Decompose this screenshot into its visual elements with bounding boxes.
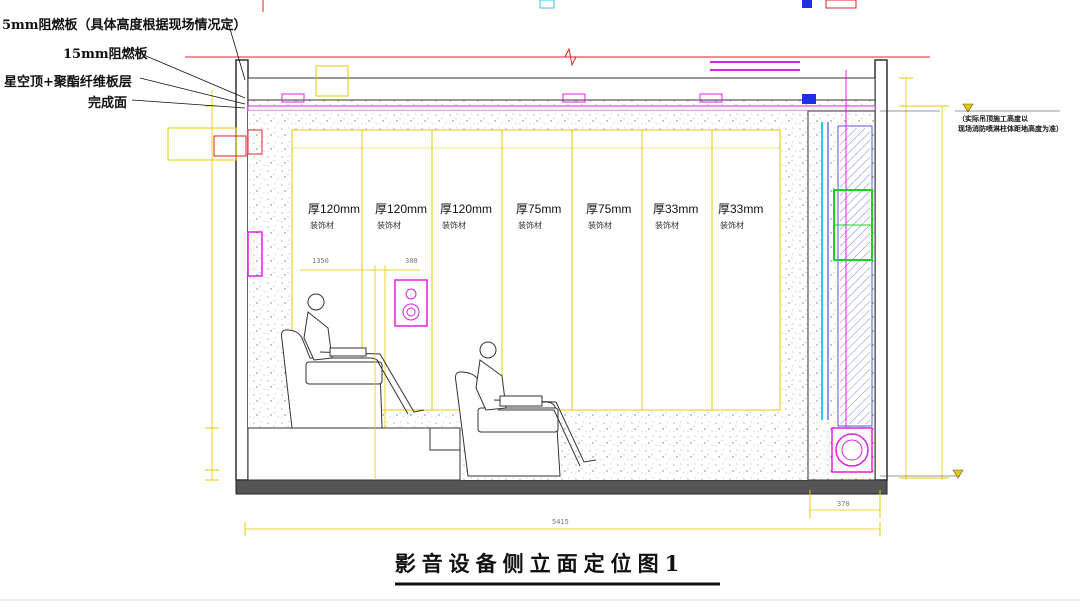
panel-3-thickness: 厚120mm [440,202,493,216]
wall-speaker [394,279,428,327]
drawing-title: 影音设备侧立面定位图1 [394,551,686,576]
right-wall [874,59,888,481]
label-starry-ceiling: 星空顶+聚酯纤维板层 [4,75,132,90]
panel-5-material: 装饰材 [588,221,612,230]
label-finish-face: 完成面 [88,96,128,111]
panel-4-material: 装饰材 [518,221,542,230]
dim-seat-height: 1350 [312,257,329,265]
panel-6-material: 装饰材 [655,221,679,230]
panel-1-thickness: 厚120mm [308,202,361,216]
dim-total-width: 5415 [552,518,569,526]
ceiling-board [247,99,876,107]
dim-right-width: 370 [837,500,850,508]
panel-1-material: 装饰材 [310,221,334,230]
panel-5-thickness: 厚75mm [586,202,632,216]
ceiling-void [247,77,876,101]
label-5mm-board: 5mm阻燃板（具体高度根据现场情况定） [2,18,247,33]
panel-2-thickness: 厚120mm [375,202,428,216]
floor-slab [235,479,888,495]
level-marker-bottom [952,469,964,479]
seat-riser [247,427,461,481]
panel-7-thickness: 厚33mm [718,202,764,216]
panel-3-material: 装饰材 [442,221,466,230]
right-note-line1: （实际吊顶施工高度以 [958,115,1028,123]
left-wall [235,59,249,481]
panel-4-thickness: 厚75mm [516,202,562,216]
panel-6-thickness: 厚33mm [653,202,699,216]
panel-2-material: 装饰材 [377,221,401,230]
label-15mm-board: 15mm阻燃板 [63,47,148,62]
cad-drawing [0,0,1080,601]
panel-7-material: 装饰材 [720,221,744,230]
right-note-line2: 现场消防喷淋柱体距地高度为准） [958,125,1063,133]
dim-speaker-width: 300 [405,257,418,265]
